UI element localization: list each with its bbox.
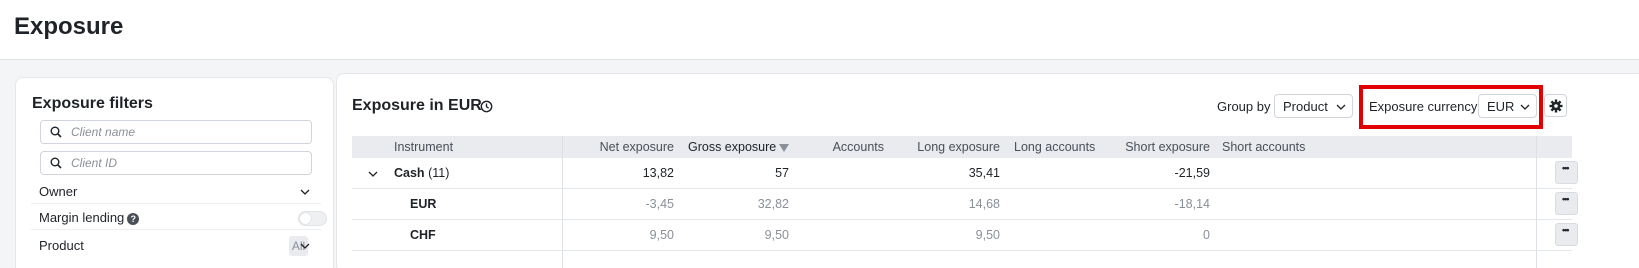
net-exposure-cell: 13,82 [642,166,674,180]
long-exposure-cell: 9,50 [975,228,1000,242]
page-title: Exposure [14,13,124,40]
more-icon [1562,194,1573,205]
more-icon [1562,163,1573,174]
chevron-down-icon [1336,104,1346,110]
col-instrument[interactable]: Instrument [394,140,453,154]
main-title: Exposure in EUR [352,97,482,114]
col-gross-exposure-label: Gross exposure [688,140,777,154]
chevron-down-icon[interactable] [299,240,311,252]
table-row[interactable]: CHF 9,50 9,50 9,50 0 [352,220,1578,251]
table-row[interactable]: EUR -3,45 32,82 14,68 -18,14 [352,189,1578,220]
gross-exposure-cell: 9,50 [764,228,789,242]
instrument-count: (11) [428,166,450,180]
margin-lending-label: Margin lending [39,210,125,225]
col-short-accounts[interactable]: Short accounts [1222,140,1305,154]
instrument-name: EUR [410,197,437,211]
col-long-accounts[interactable]: Long accounts [1014,140,1095,154]
exposure-filters-panel: Exposure filters Owner Margin lending? P… [15,77,334,268]
table-header: Instrument Net exposure Gross exposure A… [352,136,1572,158]
table-settings-button[interactable] [1544,94,1567,117]
table-row[interactable]: Cash (11) 13,82 57 35,41 -21,59 [352,158,1578,189]
filters-title: Exposure filters [32,95,153,112]
row-actions-button[interactable] [1555,192,1578,215]
col-gross-exposure[interactable]: Gross exposure [688,140,790,154]
col-short-exposure[interactable]: Short exposure [1108,140,1210,154]
owner-filter[interactable]: Owner [31,178,321,204]
exposure-currency-label: Exposure currency [1369,99,1478,114]
col-accounts[interactable]: Accounts [812,140,884,154]
margin-lending-toggle[interactable] [298,211,327,226]
search-icon [50,126,62,138]
net-exposure-cell: -3,45 [645,197,675,211]
col-long-exposure[interactable]: Long exposure [900,140,1000,154]
instrument-name: Cash [394,166,425,180]
chevron-down-icon[interactable] [299,186,311,198]
search-icon [50,157,62,169]
clock-icon[interactable] [480,100,493,113]
short-exposure-cell: -21,59 [1174,166,1210,180]
product-filter[interactable]: Product All [31,232,321,258]
product-label: Product [39,238,84,253]
client-id-input[interactable] [71,154,301,172]
group-by-value: Product [1283,99,1328,114]
exposure-main-panel: Exposure in EUR Group by Product Exposur… [336,73,1639,268]
client-name-search[interactable] [40,120,312,144]
group-by-select[interactable]: Product [1274,94,1353,118]
top-bar: Exposure [0,0,1639,60]
long-exposure-cell: 14,68 [968,197,1000,211]
row-actions-button[interactable] [1555,223,1578,246]
gross-exposure-cell: 57 [775,166,789,180]
client-name-input[interactable] [71,123,301,141]
more-icon [1562,225,1573,236]
owner-label: Owner [39,184,78,199]
margin-lending-filter: Margin lending? [31,204,327,230]
exposure-currency-value: EUR [1487,99,1515,114]
chevron-down-icon[interactable] [367,168,379,180]
sort-desc-icon [779,143,790,152]
col-net-exposure[interactable]: Net exposure [588,140,674,154]
net-exposure-cell: 9,50 [649,228,674,242]
short-exposure-cell: 0 [1203,228,1210,242]
chevron-down-icon [1520,104,1530,110]
group-by-label: Group by [1217,99,1271,114]
client-id-search[interactable] [40,151,312,175]
gross-exposure-cell: 32,82 [757,197,789,211]
long-exposure-cell: 35,41 [968,166,1000,180]
exposure-currency-select[interactable]: EUR [1478,94,1537,118]
help-icon[interactable]: ? [127,212,140,225]
instrument-name: CHF [410,228,436,242]
row-actions-button[interactable] [1555,161,1578,184]
gear-icon [1549,99,1563,113]
short-exposure-cell: -18,14 [1174,197,1210,211]
